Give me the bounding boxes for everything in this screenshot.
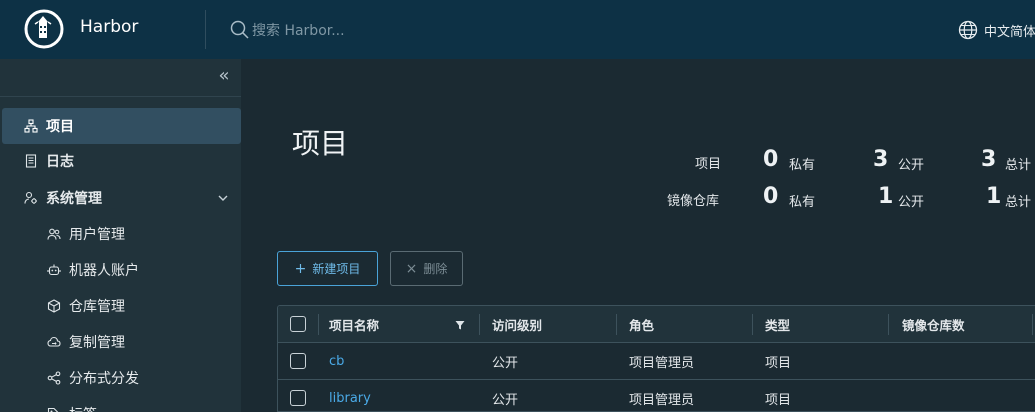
new-project-label: 新建项目: [312, 262, 361, 276]
top-header: Harbor 搜索 Harbor... 中文简体: [0, 0, 1035, 59]
stat-projects-total: 3: [981, 147, 997, 172]
sidebar-item-registries[interactable]: 仓库管理: [0, 288, 241, 324]
stat-projects-private: 0: [763, 147, 779, 172]
stat-projects-public: 3: [873, 147, 889, 172]
column-separator: [752, 314, 753, 335]
language-selector[interactable]: 中文简体: [958, 19, 1035, 41]
stat-repos-private: 0: [763, 184, 779, 209]
collapse-sidebar-icon[interactable]: «: [214, 67, 234, 87]
new-project-button[interactable]: + 新建项目: [277, 251, 378, 286]
sidebar-item-robot-accounts[interactable]: 机器人账户: [0, 252, 241, 288]
stat-repos-public: 1: [878, 184, 894, 209]
project-name-link[interactable]: cb: [329, 343, 344, 379]
stat-total-unit: 总计: [1005, 158, 1032, 173]
sidebar-item-tags[interactable]: 标签: [0, 396, 241, 412]
role: 项目管理员: [629, 392, 695, 408]
search-icon: [230, 20, 249, 39]
sidebar-item-label: 机器人账户: [69, 263, 139, 279]
column-separator: [479, 314, 480, 335]
sidebar-item-label: 项目: [46, 119, 74, 135]
filter-icon[interactable]: [455, 320, 465, 330]
type: 项目: [765, 355, 792, 371]
sidebar-item-label: 分布式分发: [69, 371, 139, 387]
column-separator: [1032, 314, 1033, 335]
harbor-logo-icon[interactable]: [24, 9, 64, 49]
sidebar-item-label: 标签: [69, 404, 97, 412]
search-input[interactable]: 搜索 Harbor...: [252, 20, 345, 40]
role: 项目管理员: [629, 355, 695, 371]
language-label: 中文简体: [984, 24, 1035, 40]
access-level: 公开: [492, 392, 519, 408]
stat-public-unit: 公开: [898, 195, 925, 210]
users-icon: [47, 227, 61, 241]
column-separator: [318, 314, 319, 335]
stat-private-unit: 私有: [789, 158, 816, 173]
sidebar: « 项目 日志 系统管理 用户管理 机器人账户 仓库管理 复制管理 分布式分发: [0, 59, 241, 412]
sidebar-item-label: 仓库管理: [69, 299, 125, 315]
sidebar-item-label: 复制管理: [69, 335, 125, 351]
stat-public-unit: 公开: [898, 158, 925, 173]
column-header-access[interactable]: 访问级别: [492, 306, 542, 342]
column-separator: [616, 314, 617, 335]
column-separator: [888, 314, 889, 335]
plus-icon: +: [294, 260, 307, 277]
sidebar-item-logs[interactable]: 日志: [0, 143, 241, 179]
table-row[interactable]: cb 公开 项目管理员 项目: [278, 343, 1035, 380]
column-header-type[interactable]: 类型: [765, 306, 790, 342]
row-checkbox[interactable]: [290, 390, 306, 406]
projects-icon: [24, 119, 38, 133]
sidebar-item-label: 日志: [46, 154, 74, 170]
sidebar-item-replications[interactable]: 复制管理: [0, 324, 241, 360]
column-header-role[interactable]: 角色: [629, 306, 654, 342]
delete-label: 删除: [423, 262, 448, 276]
page-title: 项目: [292, 127, 349, 160]
sidebar-divider: [0, 96, 241, 97]
globe-icon: [958, 20, 978, 40]
type: 项目: [765, 392, 792, 408]
logs-icon: [24, 154, 38, 168]
stat-repos-label: 镜像仓库: [667, 194, 720, 209]
table-row[interactable]: library 公开 项目管理员 项目: [278, 380, 1035, 411]
project-name-link[interactable]: library: [329, 380, 371, 411]
tag-icon: [47, 407, 61, 412]
row-checkbox[interactable]: [290, 353, 306, 369]
stat-total-unit: 总计: [1005, 195, 1032, 210]
sidebar-item-distribution[interactable]: 分布式分发: [0, 360, 241, 396]
sidebar-item-label: 系统管理: [46, 191, 102, 207]
replication-icon: [47, 335, 61, 349]
sidebar-item-projects[interactable]: 项目: [2, 108, 241, 144]
header-divider: [205, 10, 206, 49]
robot-icon: [47, 263, 61, 277]
stat-private-unit: 私有: [789, 195, 816, 210]
stat-projects-label: 项目: [695, 157, 722, 172]
sidebar-item-users[interactable]: 用户管理: [0, 216, 241, 252]
chevron-down-icon[interactable]: [217, 192, 229, 204]
select-all-checkbox[interactable]: [290, 316, 306, 332]
share-icon: [47, 371, 61, 385]
column-header-repo-count[interactable]: 镜像仓库数: [902, 306, 965, 342]
brand-name[interactable]: Harbor: [80, 17, 138, 37]
projects-table: 项目名称 访问级别 角色 类型 镜像仓库数 cb 公开 项目管理员 项目 lib…: [277, 305, 1035, 412]
close-icon: ×: [405, 260, 418, 277]
sidebar-item-label: 用户管理: [69, 227, 125, 243]
column-header-name[interactable]: 项目名称: [329, 306, 379, 342]
access-level: 公开: [492, 355, 519, 371]
table-header: 项目名称 访问级别 角色 类型 镜像仓库数: [278, 306, 1035, 343]
stat-repos-total: 1: [986, 184, 1002, 209]
global-search[interactable]: 搜索 Harbor...: [230, 19, 345, 41]
admin-icon: [24, 191, 38, 205]
registry-icon: [47, 299, 61, 313]
sidebar-item-admin[interactable]: 系统管理: [0, 180, 241, 216]
delete-button[interactable]: × 删除: [390, 251, 463, 286]
